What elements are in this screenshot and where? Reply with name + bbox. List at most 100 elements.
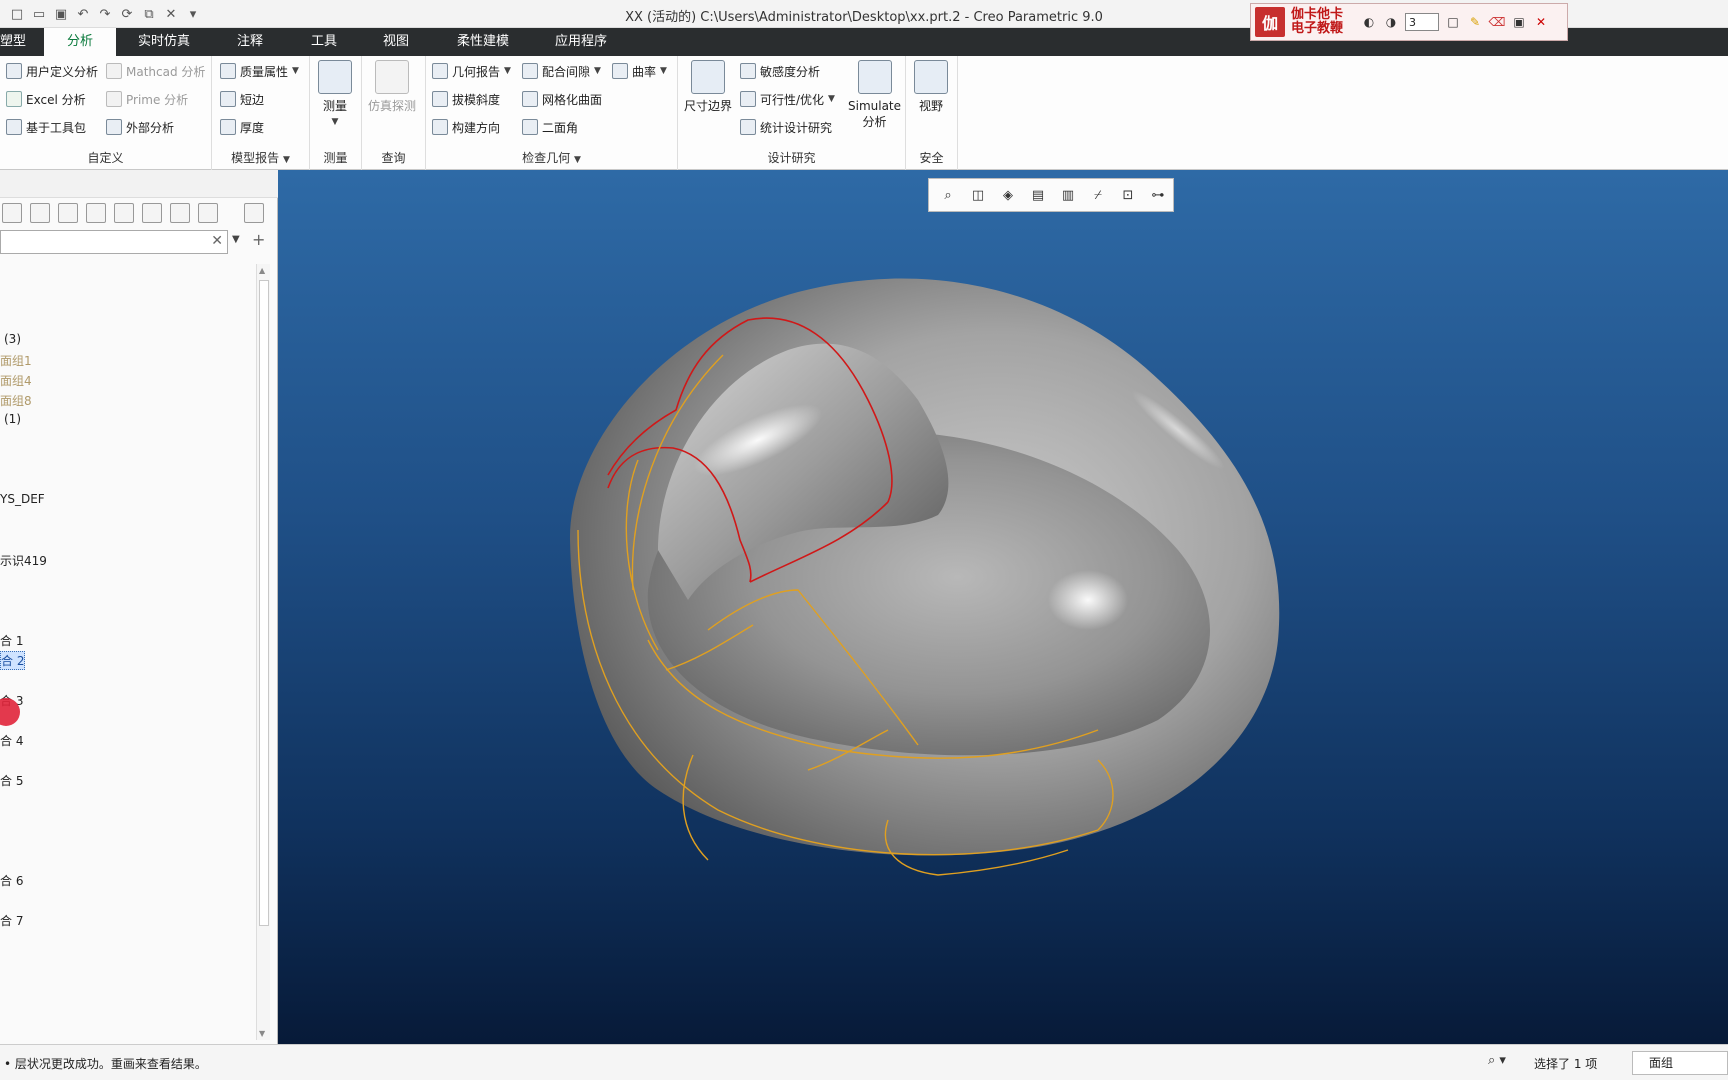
- graphics-window[interactable]: ⌕ ◫ ◈ ▤ ▥ ⌿ ⊡ ⊶: [278, 170, 1728, 1044]
- tree-item[interactable]: 合 4: [0, 732, 23, 749]
- tree-item[interactable]: (3): [4, 332, 21, 346]
- vision-button[interactable]: 视野: [914, 60, 948, 114]
- tab-analysis[interactable]: 分析: [44, 28, 116, 56]
- measure-button[interactable]: 测量 ▼: [318, 60, 352, 130]
- scroll-down-icon[interactable]: ▼: [259, 1029, 265, 1038]
- prime-analysis-button[interactable]: Prime 分析: [106, 88, 188, 110]
- tab-tools[interactable]: 工具: [297, 28, 351, 56]
- tree-search-input[interactable]: ✕: [0, 230, 228, 254]
- prime-analysis-label: Prime 分析: [126, 92, 189, 107]
- group-safety-label: 安全: [919, 151, 944, 165]
- tab-flexible-modeling[interactable]: 柔性建模: [443, 28, 523, 56]
- pen-icon[interactable]: ✎: [1467, 14, 1483, 30]
- excel-analysis-button[interactable]: Excel 分析: [6, 88, 86, 110]
- chevron-down-icon[interactable]: ▼: [594, 66, 601, 76]
- curvature-label: 曲率: [632, 64, 657, 79]
- mass-properties-button[interactable]: 质量属性 ▼: [220, 60, 299, 82]
- tree-item[interactable]: 合 6: [0, 872, 23, 889]
- specular-highlight: [1048, 570, 1128, 630]
- binoculars-icon[interactable]: ⌕ ▾: [1488, 1053, 1526, 1073]
- simulate-analysis-button[interactable]: Simulate 分析: [848, 60, 901, 130]
- folder-browser-icon[interactable]: [30, 203, 50, 223]
- 3d-model[interactable]: [278, 170, 1728, 1044]
- search-dropdown-icon[interactable]: ▼: [232, 234, 240, 245]
- mathcad-analysis-label: Mathcad 分析: [126, 64, 206, 79]
- tree-item[interactable]: 面组8: [0, 392, 32, 409]
- insert-tree-icon[interactable]: [198, 203, 218, 223]
- feasibility-icon: [740, 91, 756, 107]
- simulation-probe-label: 仿真探测: [368, 99, 417, 113]
- group-custom: 用户定义分析 Mathcad 分析 Excel 分析 Prime 分析 基于工具…: [0, 56, 212, 170]
- mathcad-analysis-button[interactable]: Mathcad 分析: [106, 60, 205, 82]
- group-model-report-label[interactable]: 模型报告 ▼: [212, 149, 309, 166]
- dimension-boundary-button[interactable]: 尺寸边界: [684, 60, 732, 114]
- tree-item[interactable]: 示识419: [0, 552, 47, 569]
- group-design-study-label: 设计研究: [767, 151, 816, 165]
- thickness-button[interactable]: 厚度: [220, 116, 264, 138]
- selection-filter[interactable]: 面组: [1632, 1051, 1728, 1075]
- user-defined-analysis-button[interactable]: 用户定义分析: [6, 60, 98, 82]
- external-analysis-button[interactable]: 外部分析: [106, 116, 174, 138]
- toolkit-analysis-button[interactable]: 基于工具包: [6, 116, 86, 138]
- tree-item-selected[interactable]: 合 2: [0, 651, 26, 670]
- add-icon[interactable]: +: [252, 230, 265, 249]
- tree-item[interactable]: 面组4: [0, 372, 32, 389]
- group-inspect-geometry-label[interactable]: 检查几何 ▼: [426, 149, 677, 166]
- dihedral-angle-button[interactable]: 二面角: [522, 116, 578, 138]
- layers-icon[interactable]: [142, 203, 162, 223]
- clear-icon[interactable]: ✕: [211, 233, 223, 249]
- tree-settings-icon[interactable]: [170, 203, 190, 223]
- dihedral-angle-label: 二面角: [542, 120, 579, 135]
- statistical-study-button[interactable]: 统计设计研究: [740, 116, 832, 138]
- chevron-down-icon[interactable]: ▼: [504, 66, 511, 76]
- chevron-down-icon[interactable]: ▼: [828, 94, 835, 104]
- mouse-right-icon[interactable]: ◑: [1383, 14, 1399, 30]
- tab-applications[interactable]: 应用程序: [541, 28, 621, 56]
- show-details-icon[interactable]: [114, 203, 134, 223]
- clearance-icon: [522, 63, 538, 79]
- mouse-left-icon[interactable]: ◐: [1361, 14, 1377, 30]
- tree-item[interactable]: 面组1: [0, 352, 32, 369]
- tree-item[interactable]: 合 1: [0, 632, 23, 649]
- mesh-surface-icon: [522, 91, 538, 107]
- tree-item[interactable]: YS_DEF: [0, 492, 45, 506]
- chevron-down-icon[interactable]: ▼: [660, 66, 667, 76]
- tree-item[interactable]: 合 5: [0, 772, 23, 789]
- sensitivity-analysis-button[interactable]: 敏感度分析: [740, 60, 820, 82]
- thickness-icon: [220, 119, 236, 135]
- clearance-button[interactable]: 配合间隙 ▼: [522, 60, 601, 82]
- tab-view[interactable]: 视图: [369, 28, 423, 56]
- sensitivity-icon: [740, 63, 756, 79]
- tab-model[interactable]: 塑型: [0, 28, 40, 56]
- eraser-icon[interactable]: ⌫: [1489, 14, 1506, 30]
- feasibility-optimization-button[interactable]: 可行性/优化 ▼: [740, 88, 835, 110]
- tree-item[interactable]: (1): [4, 412, 21, 426]
- group-safety: 视野 安全: [906, 56, 958, 170]
- save-icon[interactable]: ▣: [1511, 14, 1527, 30]
- excel-analysis-label: Excel 分析: [26, 92, 86, 107]
- curvature-button[interactable]: 曲率 ▼: [612, 60, 667, 82]
- close-icon[interactable]: ✕: [1533, 14, 1549, 30]
- model-tree-icon[interactable]: [2, 203, 22, 223]
- tab-realtime-simulation[interactable]: 实时仿真: [124, 28, 204, 56]
- external-analysis-icon: [106, 119, 122, 135]
- pen-width-stepper[interactable]: 3: [1405, 13, 1439, 31]
- mesh-surface-button[interactable]: 网格化曲面: [522, 88, 602, 110]
- scroll-up-icon[interactable]: ▲: [259, 266, 265, 275]
- tree-scrollbar[interactable]: ▲ ▼: [256, 264, 270, 1040]
- build-direction-button[interactable]: 构建方向: [432, 116, 500, 138]
- scrollbar-thumb[interactable]: [259, 280, 269, 926]
- geometry-report-button[interactable]: 几何报告 ▼: [432, 60, 511, 82]
- draft-button[interactable]: 拔模斜度: [432, 88, 500, 110]
- chevron-down-icon[interactable]: ▼: [292, 66, 299, 76]
- notes-icon[interactable]: [244, 203, 264, 223]
- short-edge-button[interactable]: 短边: [220, 88, 264, 110]
- simulation-probe-button[interactable]: 仿真探测: [368, 60, 416, 114]
- tree-item[interactable]: 合 7: [0, 912, 23, 929]
- rectangle-icon[interactable]: □: [1445, 14, 1461, 30]
- tree-filter-icon[interactable]: [58, 203, 78, 223]
- tree-columns-icon[interactable]: [86, 203, 106, 223]
- panel-header: [0, 170, 278, 198]
- tab-annotate[interactable]: 注释: [223, 28, 277, 56]
- status-message: • 层状况更改成功。重画来查看结果。: [4, 1057, 207, 1071]
